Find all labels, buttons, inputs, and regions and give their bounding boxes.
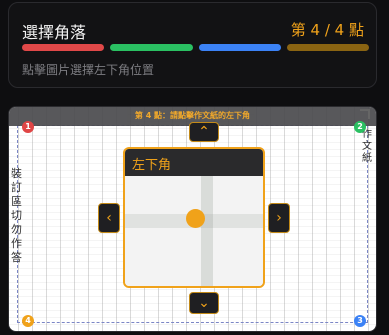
instruction-hint: 點擊圖片選擇左下角位置 (22, 63, 155, 77)
image-viewer[interactable]: 裝訂區切勿作答 作文紙 第 4 點：請點擊作文紙的左下角 1 2 3 4 ⌃ ⌄… (8, 106, 377, 332)
step-counter: 第 4 / 4 點 (290, 21, 364, 39)
side-text-left: 裝訂區切勿作答 (11, 167, 22, 264)
zoom-title: 左下角 (132, 158, 172, 173)
corner-marker-3[interactable]: 3 (354, 315, 366, 327)
nudge-left-button[interactable]: ‹ (98, 203, 120, 233)
chevron-left-icon: ‹ (106, 210, 112, 226)
side-text-right: 作文紙 (362, 129, 372, 164)
corner-selection-card: 選擇角落 第 4 / 4 點 點擊圖片選擇左下角位置 (8, 2, 377, 88)
corner-marker-1[interactable]: 1 (22, 121, 34, 133)
progress-segment-3 (198, 44, 281, 51)
corner-marker-2[interactable]: 2 (354, 121, 366, 133)
chevron-down-icon: ⌄ (198, 295, 210, 311)
zoom-magnifier: 左下角 (123, 147, 265, 288)
zoom-header: 左下角 (125, 149, 263, 176)
instruction-text: 第 4 點：請點擊作文紙的左下角 (134, 111, 251, 120)
progress-segment-1 (22, 44, 105, 51)
selected-point-marker[interactable] (186, 209, 205, 228)
page-title: 選擇角落 (22, 23, 87, 42)
corner-bracket-icon (360, 109, 370, 119)
nudge-right-button[interactable]: › (268, 203, 290, 233)
progress-segment-4 (286, 44, 369, 51)
progress-segment-2 (110, 44, 193, 51)
nudge-down-button[interactable]: ⌄ (189, 292, 219, 314)
zoom-preview (125, 176, 263, 286)
corner-marker-4[interactable]: 4 (22, 315, 34, 327)
chevron-right-icon: › (276, 210, 282, 226)
progress-bars (22, 44, 369, 51)
nudge-up-button[interactable]: ⌃ (189, 122, 219, 142)
chevron-up-icon: ⌃ (198, 124, 210, 140)
